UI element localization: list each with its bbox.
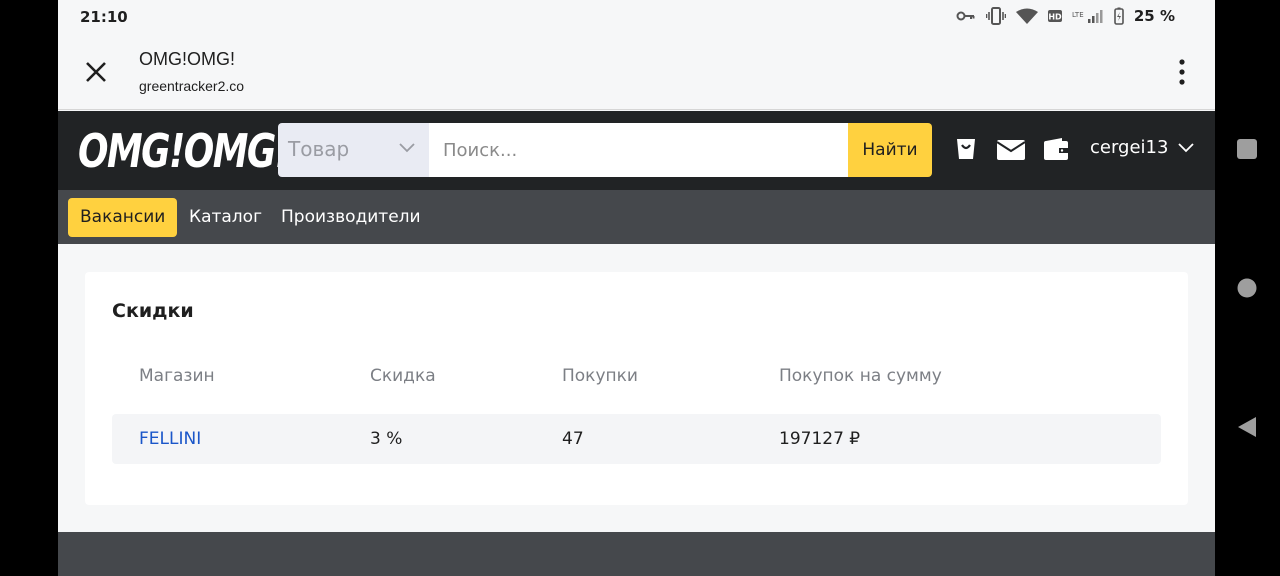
- user-menu[interactable]: cergei13: [1090, 137, 1195, 158]
- wallet-icon[interactable]: [1044, 138, 1068, 160]
- main-nav: Вакансии Каталог Производители: [58, 190, 1215, 244]
- purchases-value: 47: [562, 429, 584, 449]
- search-input[interactable]: [429, 123, 848, 177]
- status-time: 21:10: [80, 8, 128, 26]
- category-select[interactable]: Товар: [278, 123, 429, 177]
- column-header-purchases: Покупки: [562, 366, 638, 386]
- recents-icon[interactable]: [1237, 139, 1257, 159]
- cart-icon[interactable]: [955, 137, 977, 161]
- key-icon: [956, 11, 975, 21]
- browser-screen: 21:10 HD LTE 25 % OMG!OMG! greentracker2…: [58, 0, 1215, 576]
- chevron-down-icon: [399, 143, 415, 153]
- sum-value: 197127 ₽: [779, 429, 861, 449]
- discount-value: 3 %: [370, 429, 403, 449]
- search-button[interactable]: Найти: [848, 123, 932, 177]
- nav-item-manufacturers[interactable]: Производители: [281, 198, 421, 237]
- column-header-discount: Скидка: [370, 366, 436, 386]
- lte-signal-icon: LTE: [1072, 10, 1103, 23]
- more-vertical-icon[interactable]: [1177, 58, 1187, 86]
- column-header-sum: Покупок на сумму: [779, 366, 942, 386]
- vibrate-icon: [985, 7, 1006, 25]
- site-header: OMG!OMG! Товар Найти cergei13: [58, 111, 1215, 190]
- discounts-card: Скидки Магазин Скидка Покупки Покупок на…: [85, 272, 1188, 505]
- site-logo[interactable]: OMG!OMG!: [78, 124, 291, 178]
- site-footer: [58, 532, 1215, 576]
- table-row: FELLINI 3 % 47 197127 ₽: [112, 414, 1161, 464]
- close-icon[interactable]: [82, 58, 110, 86]
- page-content: Скидки Магазин Скидка Покупки Покупок на…: [58, 244, 1215, 532]
- home-icon[interactable]: [1237, 278, 1257, 298]
- tab-title: OMG!OMG!: [139, 49, 235, 69]
- status-icons: HD LTE 25 %: [956, 7, 1175, 25]
- user-name: cergei13: [1090, 137, 1169, 158]
- shop-link[interactable]: FELLINI: [139, 429, 201, 449]
- nav-item-vacancies[interactable]: Вакансии: [68, 198, 178, 237]
- wifi-icon: [1015, 8, 1038, 24]
- battery-percent: 25 %: [1133, 7, 1175, 25]
- nav-item-catalog[interactable]: Каталог: [189, 198, 262, 237]
- category-value: Товар: [288, 137, 350, 161]
- svg-text:HD: HD: [1048, 13, 1062, 22]
- back-icon[interactable]: [1237, 416, 1257, 438]
- mail-icon[interactable]: [997, 140, 1025, 160]
- chevron-down-icon: [1178, 142, 1195, 152]
- tab-url: greentracker2.co: [139, 78, 245, 94]
- battery-icon: [1114, 7, 1124, 25]
- hd-icon: HD: [1047, 10, 1062, 22]
- discounts-title: Скидки: [112, 300, 194, 322]
- column-header-shop: Магазин: [139, 366, 215, 386]
- custom-tab-bar: OMG!OMG! greentracker2.co: [58, 34, 1215, 110]
- svg-text:LTE: LTE: [1072, 11, 1084, 19]
- status-bar: 21:10 HD LTE 25 %: [58, 0, 1215, 34]
